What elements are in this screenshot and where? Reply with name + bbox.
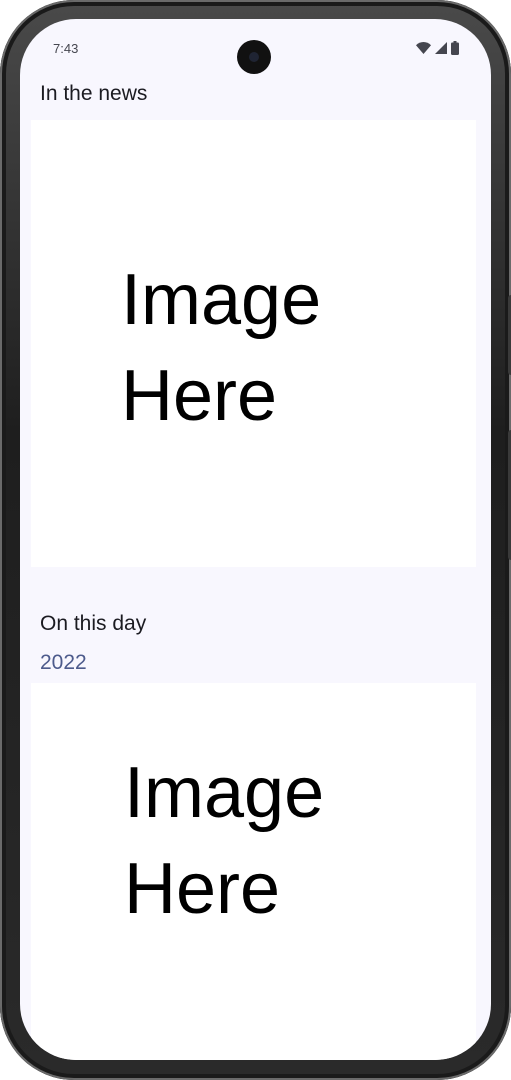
news-image[interactable]: Image Here — [31, 120, 476, 567]
news-section-title: In the news — [40, 82, 148, 105]
status-time: 7:43 — [53, 41, 79, 56]
on-this-day-year: 2022 — [40, 651, 87, 674]
on-this-day-image[interactable]: Image Here — [31, 683, 476, 1060]
on-this-day-image-placeholder-text: Image Here — [124, 753, 325, 929]
screen: 7:43 In the news Image Here On this day … — [20, 19, 491, 1060]
signal-icon — [435, 42, 447, 54]
news-image-placeholder-text: Image Here — [121, 260, 322, 436]
battery-icon — [451, 41, 459, 55]
on-this-day-title: On this day — [40, 612, 147, 635]
wifi-icon — [416, 42, 431, 54]
camera-icon — [237, 40, 271, 74]
status-icons — [416, 41, 459, 55]
status-bar: 7:43 — [20, 19, 491, 75]
phone-frame: 7:43 In the news Image Here On this day … — [0, 0, 511, 1080]
